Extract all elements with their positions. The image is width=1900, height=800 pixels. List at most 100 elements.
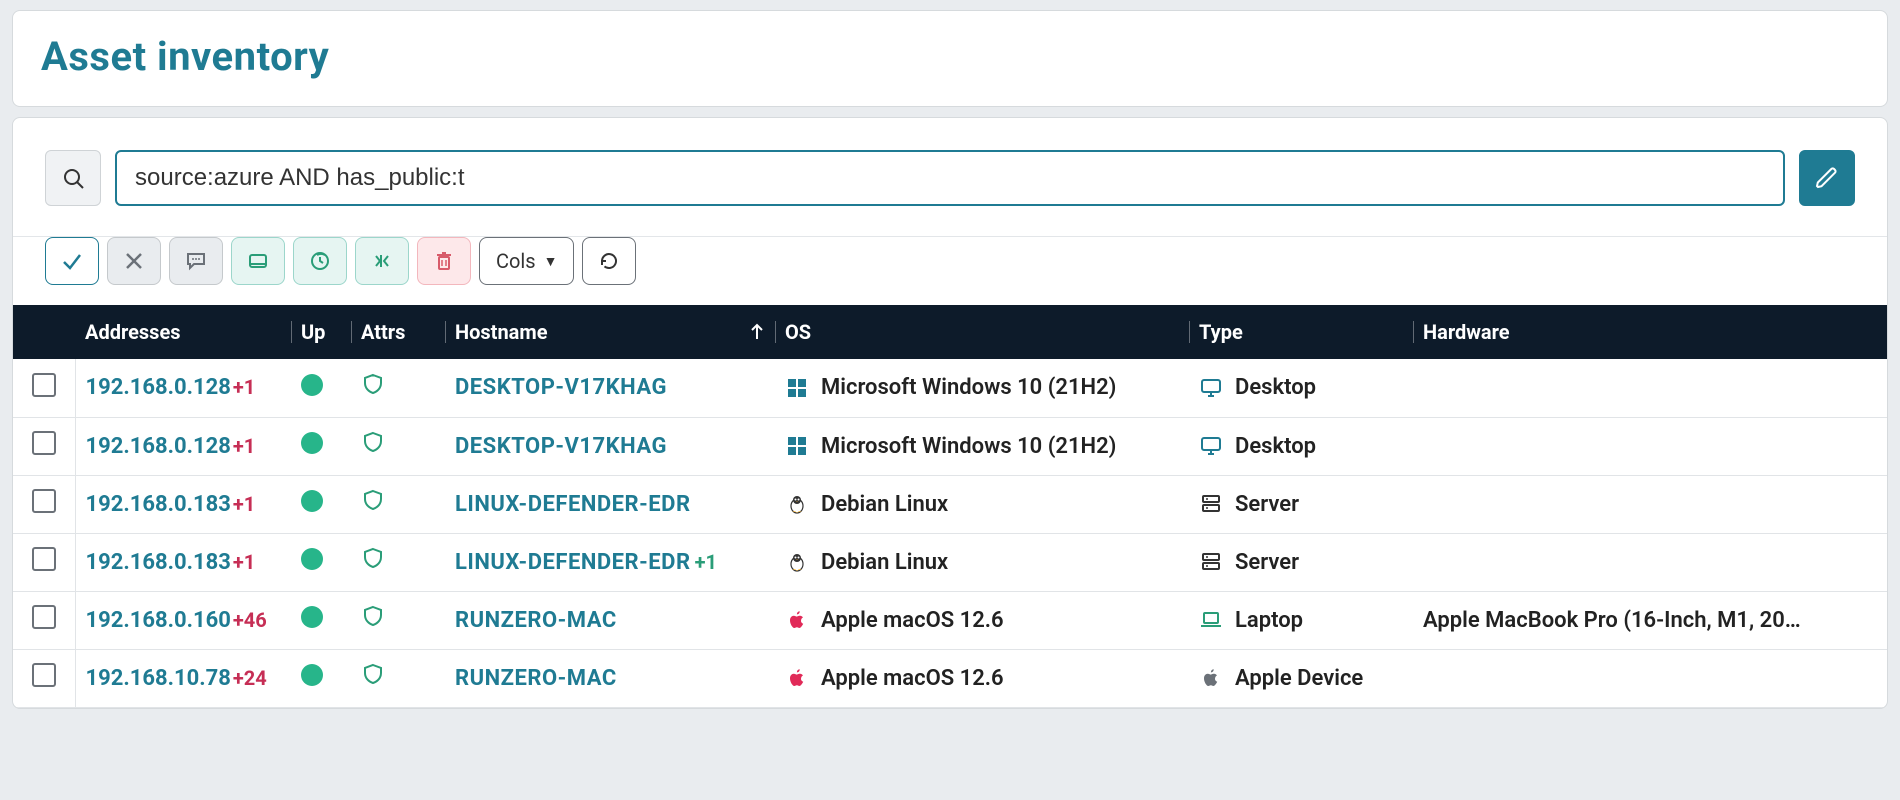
windows-icon	[785, 376, 809, 400]
refresh-icon	[597, 249, 621, 273]
hostname-link[interactable]: DESKTOP-V17KHAG	[455, 375, 667, 400]
col-os[interactable]: OS	[775, 305, 1189, 359]
trash-icon	[432, 249, 456, 273]
row-checkbox[interactable]	[32, 373, 56, 397]
type-text: Apple Device	[1235, 666, 1363, 691]
refresh-button[interactable]	[582, 237, 636, 285]
pencil-icon	[1815, 166, 1839, 190]
address-extra: +1	[233, 492, 255, 516]
search-icon	[61, 166, 85, 190]
table-row: 192.168.0.183+1LINUX-DEFENDER-EDR+1Debia…	[13, 533, 1888, 591]
hostname-link[interactable]: LINUX-DEFENDER-EDR	[455, 550, 691, 575]
clear-button[interactable]	[107, 237, 161, 285]
laptop-icon	[1199, 608, 1223, 632]
status-up-icon	[301, 606, 323, 628]
windows-icon	[785, 434, 809, 458]
table-header: Addresses Up Attrs Hostname OS Type Hard…	[13, 305, 1888, 359]
os-text: Apple macOS 12.6	[821, 608, 1004, 633]
address-link[interactable]: 192.168.0.183	[86, 492, 231, 517]
sort-asc-icon	[745, 320, 765, 345]
os-text: Apple macOS 12.6	[821, 666, 1004, 691]
address-link[interactable]: 192.168.0.183	[86, 550, 231, 575]
shield-icon	[361, 546, 387, 572]
bulk-toolbar: Cols ▼	[13, 237, 1887, 305]
hostname-link[interactable]: DESKTOP-V17KHAG	[455, 434, 667, 459]
status-up-icon	[301, 432, 323, 454]
tag-button[interactable]	[231, 237, 285, 285]
address-extra: +1	[233, 550, 255, 574]
os-text: Debian Linux	[821, 492, 948, 517]
apple-red-icon	[785, 608, 809, 632]
schedule-button[interactable]	[293, 237, 347, 285]
edit-query-button[interactable]	[1799, 150, 1855, 206]
linux-icon	[785, 550, 809, 574]
col-attrs[interactable]: Attrs	[351, 305, 445, 359]
columns-dropdown[interactable]: Cols ▼	[479, 237, 574, 285]
table-row: 192.168.0.183+1 LINUX-DEFENDER-EDR Debian …	[13, 475, 1888, 533]
shield-icon	[361, 488, 387, 514]
merge-button[interactable]	[355, 237, 409, 285]
server-icon	[1199, 550, 1223, 574]
col-checkbox[interactable]	[13, 305, 75, 359]
shield-icon	[361, 604, 387, 630]
address-extra: +1	[233, 375, 255, 399]
type-text: Desktop	[1235, 375, 1316, 400]
hostname-link[interactable]: RUNZERO-MAC	[455, 666, 617, 691]
inventory-panel: Cols ▼ Addresses Up Attrs Hostname OS Ty…	[12, 117, 1888, 709]
page-header: Asset inventory	[12, 10, 1888, 107]
address-link[interactable]: 192.168.0.128	[86, 434, 231, 459]
server-icon	[1199, 492, 1223, 516]
table-row: 192.168.0.128+1DESKTOP-V17KHAGMicrosoft …	[13, 417, 1888, 475]
status-up-icon	[301, 548, 323, 570]
os-text: Microsoft Windows 10 (21H2)	[821, 375, 1116, 400]
hardware-text: Apple MacBook Pro (16-Inch, M1, 20…	[1423, 608, 1801, 633]
address-link[interactable]: 192.168.10.78	[86, 666, 231, 691]
col-hostname[interactable]: Hostname	[445, 305, 775, 359]
apply-button[interactable]	[45, 237, 99, 285]
search-input[interactable]	[115, 150, 1785, 206]
row-checkbox[interactable]	[32, 605, 56, 629]
shield-icon	[361, 372, 387, 398]
address-link[interactable]: 192.168.0.160	[86, 608, 231, 633]
os-text: Debian Linux	[821, 550, 948, 575]
row-checkbox[interactable]	[32, 547, 56, 571]
row-checkbox[interactable]	[32, 663, 56, 687]
address-extra: +1	[233, 434, 255, 458]
comment-icon	[184, 249, 208, 273]
x-icon	[122, 249, 146, 273]
col-up[interactable]: Up	[291, 305, 351, 359]
hostname-link[interactable]: RUNZERO-MAC	[455, 608, 617, 633]
desktop-icon	[1199, 434, 1223, 458]
search-icon-box[interactable]	[45, 150, 101, 206]
type-text: Desktop	[1235, 434, 1316, 459]
hostname-extra: +1	[695, 550, 717, 574]
hostname-link[interactable]: LINUX-DEFENDER-EDR	[455, 492, 691, 517]
tag-icon	[246, 249, 270, 273]
col-type[interactable]: Type	[1189, 305, 1413, 359]
caret-down-icon: ▼	[544, 253, 558, 270]
columns-label: Cols	[496, 249, 536, 273]
check-icon	[60, 249, 84, 273]
clock-icon	[308, 249, 332, 273]
search-bar	[13, 118, 1887, 237]
address-extra: +24	[233, 666, 267, 690]
apple-red-icon	[785, 666, 809, 690]
type-text: Server	[1235, 550, 1299, 575]
col-addresses[interactable]: Addresses	[75, 305, 291, 359]
row-checkbox[interactable]	[32, 431, 56, 455]
row-checkbox[interactable]	[32, 489, 56, 513]
status-up-icon	[301, 490, 323, 512]
shield-icon	[361, 662, 387, 688]
linux-icon	[785, 492, 809, 516]
table-body: 192.168.0.128+1DESKTOP-V17KHAGMicrosoft …	[13, 359, 1888, 707]
shield-icon	[361, 430, 387, 456]
col-hardware[interactable]: Hardware	[1413, 305, 1888, 359]
comment-button[interactable]	[169, 237, 223, 285]
desktop-icon	[1199, 376, 1223, 400]
delete-button[interactable]	[417, 237, 471, 285]
apple-gray-icon	[1199, 666, 1223, 690]
address-link[interactable]: 192.168.0.128	[86, 375, 231, 400]
table-row: 192.168.0.160+46RUNZERO-MACApple macOS 1…	[13, 591, 1888, 649]
table-row: 192.168.10.78+24 RUNZERO-MAC Apple macOS 1…	[13, 649, 1888, 707]
type-text: Laptop	[1235, 608, 1303, 633]
